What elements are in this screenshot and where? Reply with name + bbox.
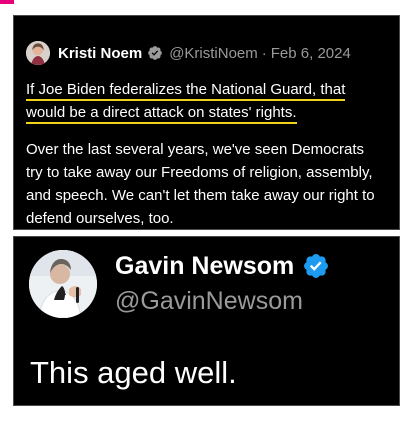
tweet-text: This aged well. xyxy=(30,355,237,390)
tweet-date[interactable]: Feb 6, 2024 xyxy=(271,45,351,62)
tweet-paragraph-2: Over the last several years, we've seen … xyxy=(26,141,375,227)
screenshot-frame: Kristi Noem @KristiNoem · Feb 6, 2024 If J… xyxy=(0,0,414,422)
verified-badge-icon xyxy=(148,46,163,60)
identity: Gavin Newsom @GavinNewsom xyxy=(115,250,330,318)
author-handle[interactable]: @KristiNoem xyxy=(169,45,258,62)
tweet-header: Kristi Noem @KristiNoem · Feb 6, 2024 xyxy=(26,40,351,66)
kristi-noem-tweet-card[interactable]: Kristi Noem @KristiNoem · Feb 6, 2024 If J… xyxy=(13,15,400,230)
newsom-header: Gavin Newsom @GavinNewsom xyxy=(29,250,330,318)
handle-date-meta: @KristiNoem · Feb 6, 2024 xyxy=(169,45,351,62)
name-row: Gavin Newsom xyxy=(115,250,330,282)
author-name[interactable]: Gavin Newsom xyxy=(115,250,294,282)
avatar[interactable] xyxy=(26,41,50,65)
accent-tab xyxy=(0,0,14,4)
verified-badge-icon xyxy=(304,254,329,278)
gavin-newsom-tweet-card[interactable]: Gavin Newsom @GavinNewsom This aged well… xyxy=(13,236,400,406)
highlighted-text-line-2: would be a direct attack on states' righ… xyxy=(26,104,297,124)
author-name[interactable]: Kristi Noem xyxy=(58,45,142,62)
highlighted-line-1-wrap: If Joe Biden federalizes the National Gu… xyxy=(26,78,378,101)
highlighted-text-line-1: If Joe Biden federalizes the National Gu… xyxy=(26,81,346,101)
author-handle[interactable]: @GavinNewsom xyxy=(115,284,330,318)
meta-separator: · xyxy=(261,44,267,62)
avatar[interactable] xyxy=(29,250,97,318)
tweet-text: If Joe Biden federalizes the National Gu… xyxy=(26,78,378,229)
highlighted-line-2-wrap: would be a direct attack on states' righ… xyxy=(26,101,378,124)
